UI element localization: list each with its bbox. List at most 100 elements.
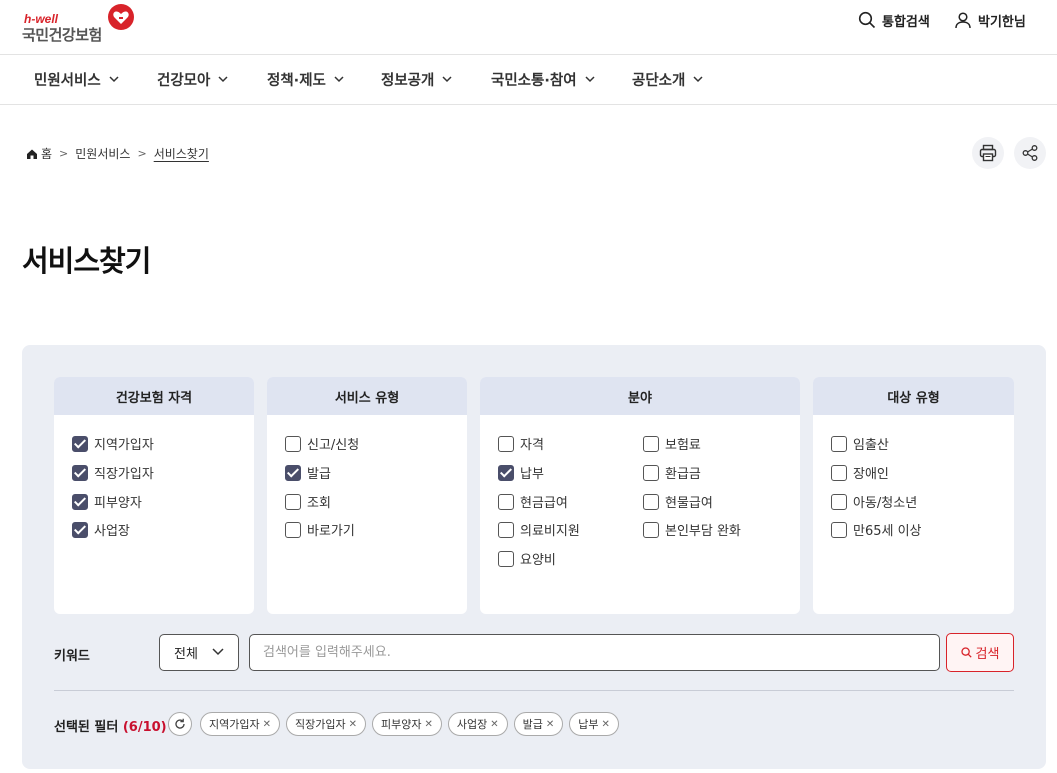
checkbox[interactable] xyxy=(498,550,514,567)
filter-option-dependent[interactable]: 피부양자 xyxy=(72,492,142,511)
divider xyxy=(54,690,1014,691)
filter-option-payment[interactable]: 납부 xyxy=(498,463,544,482)
checkbox[interactable] xyxy=(831,435,847,452)
checkbox[interactable] xyxy=(643,464,659,481)
filter-option-label: 요양비 xyxy=(520,553,556,568)
nav-item-health-moa[interactable]: 건강모아 xyxy=(157,69,228,90)
breadcrumb: 홈 > 민원서비스 > 서비스찾기 xyxy=(26,145,209,162)
print-button[interactable] xyxy=(972,137,1004,169)
keyword-label: 키워드 xyxy=(54,649,90,664)
filter-chip[interactable]: 직장가입자 ✕ xyxy=(286,712,366,736)
checkbox[interactable] xyxy=(498,464,514,481)
checkbox[interactable] xyxy=(831,464,847,481)
checkbox[interactable] xyxy=(643,521,659,538)
filter-option-cash-benefit[interactable]: 현금급여 xyxy=(498,492,568,511)
checkbox[interactable] xyxy=(643,435,659,452)
filter-chip[interactable]: 지역가입자 ✕ xyxy=(200,712,280,736)
page-title: 서비스찾기 xyxy=(22,244,151,278)
breadcrumb-home[interactable]: 홈 xyxy=(41,145,52,162)
filter-chip[interactable]: 사업장 ✕ xyxy=(447,712,508,736)
close-icon[interactable]: ✕ xyxy=(263,719,271,730)
integrated-search-label: 통합검색 xyxy=(882,14,930,30)
filter-option-label: 보험료 xyxy=(665,438,701,453)
filter-option-qualification[interactable]: 자격 xyxy=(498,434,544,453)
close-icon[interactable]: ✕ xyxy=(349,719,357,730)
close-icon[interactable]: ✕ xyxy=(424,719,432,730)
share-icon xyxy=(1022,145,1038,161)
filter-option-in-kind-benefit[interactable]: 현물급여 xyxy=(643,492,713,511)
nav-item-about[interactable]: 공단소개 xyxy=(632,69,703,90)
checkbox[interactable] xyxy=(72,435,88,452)
filter-option-youth[interactable]: 아동/청소년 xyxy=(831,492,917,511)
filter-option-premium[interactable]: 보험료 xyxy=(643,434,701,453)
nav-item-participation[interactable]: 국민소통·참여 xyxy=(491,69,595,90)
checkbox[interactable] xyxy=(498,493,514,510)
filter-option-medical-support[interactable]: 의료비지원 xyxy=(498,520,580,539)
filter-card-target-type: 대상 유형 임출산 장애인 아동/청소년 만65세 이상 xyxy=(813,377,1014,614)
user-menu[interactable]: 박기한님 xyxy=(954,10,1026,30)
nav-item-label: 정보공개 xyxy=(381,73,435,89)
selected-filters-count: (6/10) xyxy=(122,720,167,735)
refresh-icon xyxy=(175,718,185,729)
filter-option-workplace[interactable]: 사업장 xyxy=(72,520,130,539)
filter-chip[interactable]: 발급 ✕ xyxy=(513,712,564,736)
filter-option-employee[interactable]: 직장가입자 xyxy=(72,463,154,482)
keyword-scope-select[interactable]: 전체 xyxy=(159,634,239,671)
close-icon[interactable]: ✕ xyxy=(490,719,498,730)
share-button[interactable] xyxy=(1014,137,1046,169)
chevron-down-icon xyxy=(218,76,228,83)
chevron-down-icon xyxy=(109,76,119,83)
breadcrumb-current[interactable]: 서비스찾기 xyxy=(154,145,209,162)
checkbox[interactable] xyxy=(285,464,301,481)
checkbox[interactable] xyxy=(831,521,847,538)
checkbox[interactable] xyxy=(72,493,88,510)
filter-option-regional[interactable]: 지역가입자 xyxy=(72,434,154,453)
checkbox[interactable] xyxy=(72,521,88,538)
checkbox[interactable] xyxy=(831,493,847,510)
logo-title: 국민건강보험 xyxy=(22,26,102,44)
filter-option-senior[interactable]: 만65세 이상 xyxy=(831,520,922,539)
checkbox[interactable] xyxy=(498,435,514,452)
filter-option-pregnancy[interactable]: 임출산 xyxy=(831,434,889,453)
nav-item-label: 정책·제도 xyxy=(267,73,326,89)
filter-option-issue[interactable]: 발급 xyxy=(285,463,331,482)
filter-option-label: 발급 xyxy=(307,467,331,482)
checkbox[interactable] xyxy=(285,435,301,452)
checkbox[interactable] xyxy=(72,464,88,481)
filter-card-service-type: 서비스 유형 신고/신청 발급 조회 바로가기 xyxy=(267,377,467,614)
filter-option-disabled[interactable]: 장애인 xyxy=(831,463,889,482)
checkbox[interactable] xyxy=(285,493,301,510)
checkbox[interactable] xyxy=(285,521,301,538)
home-icon xyxy=(27,149,37,159)
nav-item-policy[interactable]: 정책·제도 xyxy=(267,69,344,90)
filter-option-label: 현금급여 xyxy=(520,496,568,511)
filter-option-refund[interactable]: 환급금 xyxy=(643,463,701,482)
checkbox[interactable] xyxy=(498,521,514,538)
search-button[interactable]: 검색 xyxy=(946,633,1014,672)
checkbox[interactable] xyxy=(643,493,659,510)
nav-item-disclosure[interactable]: 정보공개 xyxy=(381,69,452,90)
filter-option-shortcut[interactable]: 바로가기 xyxy=(285,520,355,539)
filter-card-title: 서비스 유형 xyxy=(267,377,467,415)
close-icon[interactable]: ✕ xyxy=(602,719,610,730)
filter-option-label: 임출산 xyxy=(853,438,889,453)
reset-filters-button[interactable] xyxy=(168,712,192,736)
filter-option-label: 사업장 xyxy=(94,524,130,539)
filter-chip[interactable]: 납부 ✕ xyxy=(569,712,619,736)
selected-filter-chips: 지역가입자 ✕ 직장가입자 ✕ 피부양자 ✕ 사업장 ✕ 발급 ✕ 납부 ✕ xyxy=(200,712,625,736)
filter-chip-label: 직장가입자 xyxy=(295,718,346,731)
filter-option-report[interactable]: 신고/신청 xyxy=(285,434,359,453)
filter-option-care-cost[interactable]: 요양비 xyxy=(498,549,556,568)
filter-chip[interactable]: 피부양자 ✕ xyxy=(372,712,442,736)
filter-option-copay-relief[interactable]: 본인부담 완화 xyxy=(643,520,741,539)
filter-option-label: 바로가기 xyxy=(307,524,355,539)
close-icon[interactable]: ✕ xyxy=(546,719,554,730)
keyword-search-input[interactable] xyxy=(249,634,940,671)
breadcrumb-separator: > xyxy=(59,147,69,160)
filter-card-qualification: 건강보험 자격 지역가입자 직장가입자 피부양자 사업장 xyxy=(54,377,254,614)
integrated-search-link[interactable]: 통합검색 xyxy=(858,10,930,30)
nav-item-civil-service[interactable]: 민원서비스 xyxy=(34,69,119,90)
filter-option-inquiry[interactable]: 조회 xyxy=(285,492,331,511)
site-logo[interactable]: h-well 국민건강보험 xyxy=(22,3,142,47)
breadcrumb-level1[interactable]: 민원서비스 xyxy=(75,145,130,162)
